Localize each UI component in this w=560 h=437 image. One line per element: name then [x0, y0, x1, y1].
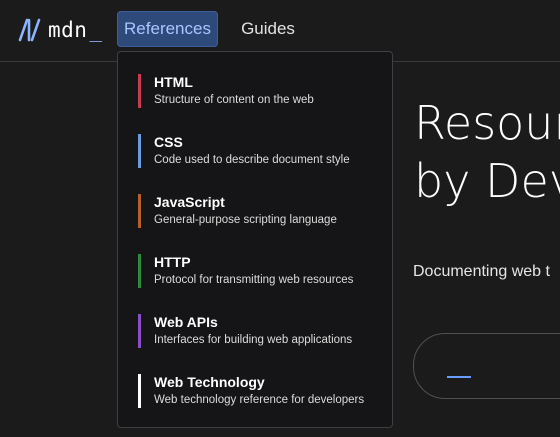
menu-item-title: Web APIs: [154, 314, 218, 330]
search-caret: [447, 376, 471, 378]
menu-item-description: General-purpose scripting language: [154, 214, 337, 226]
hero-title-line-2: by Dev: [414, 154, 560, 208]
menu-item-title: Web Technology: [154, 374, 265, 390]
hero-title-line-1: Resour: [414, 96, 560, 150]
menu-item-color-bar: [138, 254, 141, 288]
menu-item-web-apis[interactable]: Web APIs Interfaces for building web app…: [138, 314, 378, 350]
hero-title: Resour by Dev: [414, 94, 560, 210]
menu-item-title: HTTP: [154, 254, 191, 270]
menu-item-color-bar: [138, 134, 141, 168]
menu-item-description: Interfaces for building web applications: [154, 334, 353, 346]
hero-subtitle: Documenting web t: [413, 263, 550, 280]
search-input[interactable]: [413, 333, 560, 399]
menu-item-description: Protocol for transmitting web resources: [154, 274, 354, 286]
references-dropdown-menu: HTML Structure of content on the web CSS…: [117, 51, 393, 428]
menu-item-color-bar: [138, 74, 141, 108]
menu-item-description: Web technology reference for developers: [154, 394, 365, 406]
menu-item-http[interactable]: HTTP Protocol for transmitting web resou…: [138, 254, 378, 290]
menu-item-css[interactable]: CSS Code used to describe document style: [138, 134, 378, 170]
menu-item-title: JavaScript: [154, 194, 225, 210]
menu-item-javascript[interactable]: JavaScript General-purpose scripting lan…: [138, 194, 378, 230]
menu-item-html[interactable]: HTML Structure of content on the web: [138, 74, 378, 110]
menu-item-web-technology[interactable]: Web Technology Web technology reference …: [138, 374, 378, 410]
mdn-logo-icon: [18, 18, 41, 42]
menu-item-description: Code used to describe document style: [154, 154, 350, 166]
nav-references-button[interactable]: References: [117, 11, 218, 47]
menu-item-title: HTML: [154, 74, 193, 90]
menu-item-description: Structure of content on the web: [154, 94, 314, 106]
menu-item-color-bar: [138, 374, 141, 408]
menu-item-color-bar: [138, 314, 141, 348]
menu-item-color-bar: [138, 194, 141, 228]
logo-text: mdn: [48, 18, 88, 42]
logo-underscore: _: [89, 18, 103, 42]
mdn-logo-link[interactable]: mdn _: [18, 16, 102, 44]
menu-item-title: CSS: [154, 134, 183, 150]
nav-guides-button[interactable]: Guides: [228, 11, 308, 47]
page: mdn _ References Guides Resour by Dev Do…: [0, 0, 560, 437]
